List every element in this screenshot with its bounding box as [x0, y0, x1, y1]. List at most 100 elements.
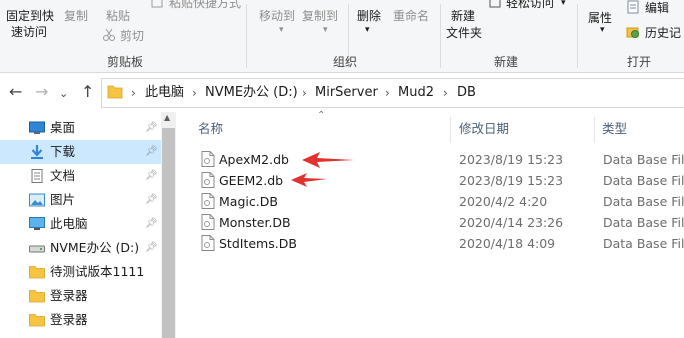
- file-icon: [201, 151, 215, 167]
- nav-item-pictures[interactable]: 图片 📌︎: [0, 188, 161, 212]
- column-divider[interactable]: [450, 117, 451, 143]
- rename-button[interactable]: 重命名: [393, 9, 429, 23]
- file-name: GEEM2.db: [219, 173, 284, 188]
- scroll-up-icon[interactable]: ▲: [164, 112, 170, 124]
- nav-item-desktop[interactable]: 桌面 📌︎: [0, 116, 161, 140]
- nav-item-downloads[interactable]: 下载 📌︎: [0, 140, 161, 164]
- file-name: Monster.DB: [219, 215, 291, 230]
- breadcrumb-chevron-icon: ›: [131, 86, 136, 100]
- breadcrumb-chevron-icon: ›: [443, 86, 448, 100]
- nav-item-label: 文档: [50, 168, 76, 183]
- sort-ascending-icon: ⌃: [317, 110, 326, 121]
- folder-icon: [29, 314, 45, 327]
- file-modified: 2023/8/19 15:23: [459, 173, 564, 188]
- new-folder-button[interactable]: 新建: [451, 9, 475, 23]
- ribbon-separator: [577, 4, 578, 68]
- nav-item-folder[interactable]: 登录器: [0, 284, 161, 308]
- file-type: Data Base File: [603, 215, 684, 230]
- file-type: Data Base File: [603, 173, 684, 188]
- breadcrumb-mirserver[interactable]: MirServer: [315, 85, 378, 101]
- breadcrumb-drive[interactable]: NVME办公 (D:): [205, 85, 298, 101]
- paste-button[interactable]: 粘贴: [106, 9, 130, 23]
- move-to-dropdown-icon: ▾: [279, 25, 284, 35]
- file-type: Data Base File: [603, 152, 684, 167]
- edit-button[interactable]: 编辑: [645, 1, 669, 15]
- copy-button[interactable]: 复制: [64, 9, 88, 23]
- paste-shortcut-button[interactable]: 粘贴快捷方式: [169, 0, 241, 10]
- nav-item-drive-d[interactable]: NVME办公 (D:) 📌︎: [0, 236, 161, 260]
- nav-item-label: 下载: [50, 144, 76, 159]
- nav-item-label: 此电脑: [50, 216, 88, 231]
- navigation-pane: 桌面 📌︎ 下载 📌︎ 文档 📌︎ 图片 📌︎ 此电脑 📌︎ NVME办公 (D…: [0, 112, 161, 338]
- nav-item-label: 登录器: [50, 312, 88, 327]
- edit-icon: [627, 0, 639, 14]
- nav-item-label: 图片: [50, 192, 76, 207]
- forward-button[interactable]: →: [35, 83, 48, 101]
- nav-item-label: 登录器: [50, 288, 88, 303]
- column-divider[interactable]: [594, 117, 595, 143]
- ribbon-separator: [246, 4, 247, 68]
- file-type: Data Base File: [603, 194, 684, 209]
- pin-icon: 📌︎: [145, 122, 158, 133]
- back-button[interactable]: ←: [9, 83, 22, 101]
- easy-access-dropdown-icon: ▾: [561, 0, 566, 8]
- breadcrumb-chevron-icon: ›: [385, 86, 390, 100]
- history-icon: [626, 27, 639, 38]
- cut-button[interactable]: 剪切: [120, 29, 144, 43]
- file-row[interactable]: GEEM2.db 2023/8/19 15:23 Data Base File: [177, 170, 684, 191]
- copy-to-button[interactable]: 复制到: [302, 9, 338, 23]
- pin-quick-access-button[interactable]: 固定到快: [6, 9, 54, 23]
- file-icon: [201, 172, 215, 188]
- breadcrumb-this-pc[interactable]: 此电脑: [145, 85, 184, 101]
- clipboard-group-label: 剪贴板: [107, 55, 144, 69]
- nav-item-folder[interactable]: 登录器: [0, 308, 161, 332]
- breadcrumb-chevron-icon: ›: [302, 86, 307, 100]
- file-row[interactable]: Magic.DB 2020/4/2 4:20 Data Base File: [177, 191, 684, 212]
- picture-icon: [29, 193, 45, 207]
- red-arrow-icon: [291, 173, 327, 187]
- pin-icon: 📌︎: [145, 194, 158, 205]
- cut-icon: [103, 28, 115, 41]
- easy-access-button[interactable]: 轻松访问: [506, 0, 554, 10]
- desktop-icon: [29, 121, 45, 134]
- up-button[interactable]: ↑: [81, 83, 94, 101]
- breadcrumb-chevron-icon: ›: [192, 86, 197, 100]
- file-row[interactable]: ApexM2.db 2023/8/19 15:23 Data Base File: [177, 149, 684, 170]
- recent-locations-button[interactable]: ⌄: [59, 85, 68, 103]
- file-name: ApexM2.db: [219, 152, 289, 167]
- address-bar[interactable]: [101, 78, 684, 108]
- file-row[interactable]: Monster.DB 2020/4/14 23:26 Data Base Fil…: [177, 212, 684, 233]
- column-header-name[interactable]: 名称: [198, 122, 223, 136]
- column-header-modified[interactable]: 修改日期: [459, 122, 509, 136]
- properties-dropdown-icon: ▾: [600, 25, 605, 35]
- open-group-label: 打开: [627, 55, 652, 69]
- file-row[interactable]: StdItems.DB 2020/4/18 4:09 Data Base Fil…: [177, 233, 684, 254]
- new-group-label: 新建: [494, 55, 519, 69]
- breadcrumb-mud2[interactable]: Mud2: [398, 85, 434, 101]
- pin-icon: 📌︎: [145, 170, 158, 181]
- drive-icon: [29, 245, 45, 253]
- nav-item-this-pc[interactable]: 此电脑 📌︎: [0, 212, 161, 236]
- nav-item-label: NVME办公 (D:): [50, 240, 140, 255]
- move-to-button[interactable]: 移动到: [259, 9, 295, 23]
- file-type: Data Base File: [603, 236, 684, 251]
- document-icon: [31, 169, 43, 183]
- download-icon: [31, 145, 43, 159]
- delete-button[interactable]: 删除: [357, 9, 381, 23]
- breadcrumb-db[interactable]: DB: [457, 85, 476, 101]
- nav-item-label: 桌面: [50, 120, 76, 135]
- nav-scrollbar-thumb[interactable]: [162, 128, 175, 338]
- file-icon: [201, 235, 215, 251]
- paste-shortcut-icon: [151, 0, 163, 8]
- ribbon-separator: [440, 4, 441, 68]
- pin-icon: 📌︎: [145, 218, 158, 229]
- folder-icon: [29, 290, 45, 303]
- file-modified: 2020/4/18 4:09: [459, 236, 556, 251]
- ribbon: 固定到快 速访问 复制 粘贴 粘贴快捷方式 剪切 剪贴板 移动到 复制到 ▾ ▾…: [0, 0, 684, 73]
- nav-item-documents[interactable]: 文档 📌︎: [0, 164, 161, 188]
- organize-group-label: 组织: [333, 55, 358, 69]
- history-button[interactable]: 历史记: [645, 26, 681, 40]
- column-header-type[interactable]: 类型: [602, 122, 627, 136]
- nav-item-folder[interactable]: 待测试版本1111: [0, 260, 161, 284]
- folder-icon: [29, 266, 45, 279]
